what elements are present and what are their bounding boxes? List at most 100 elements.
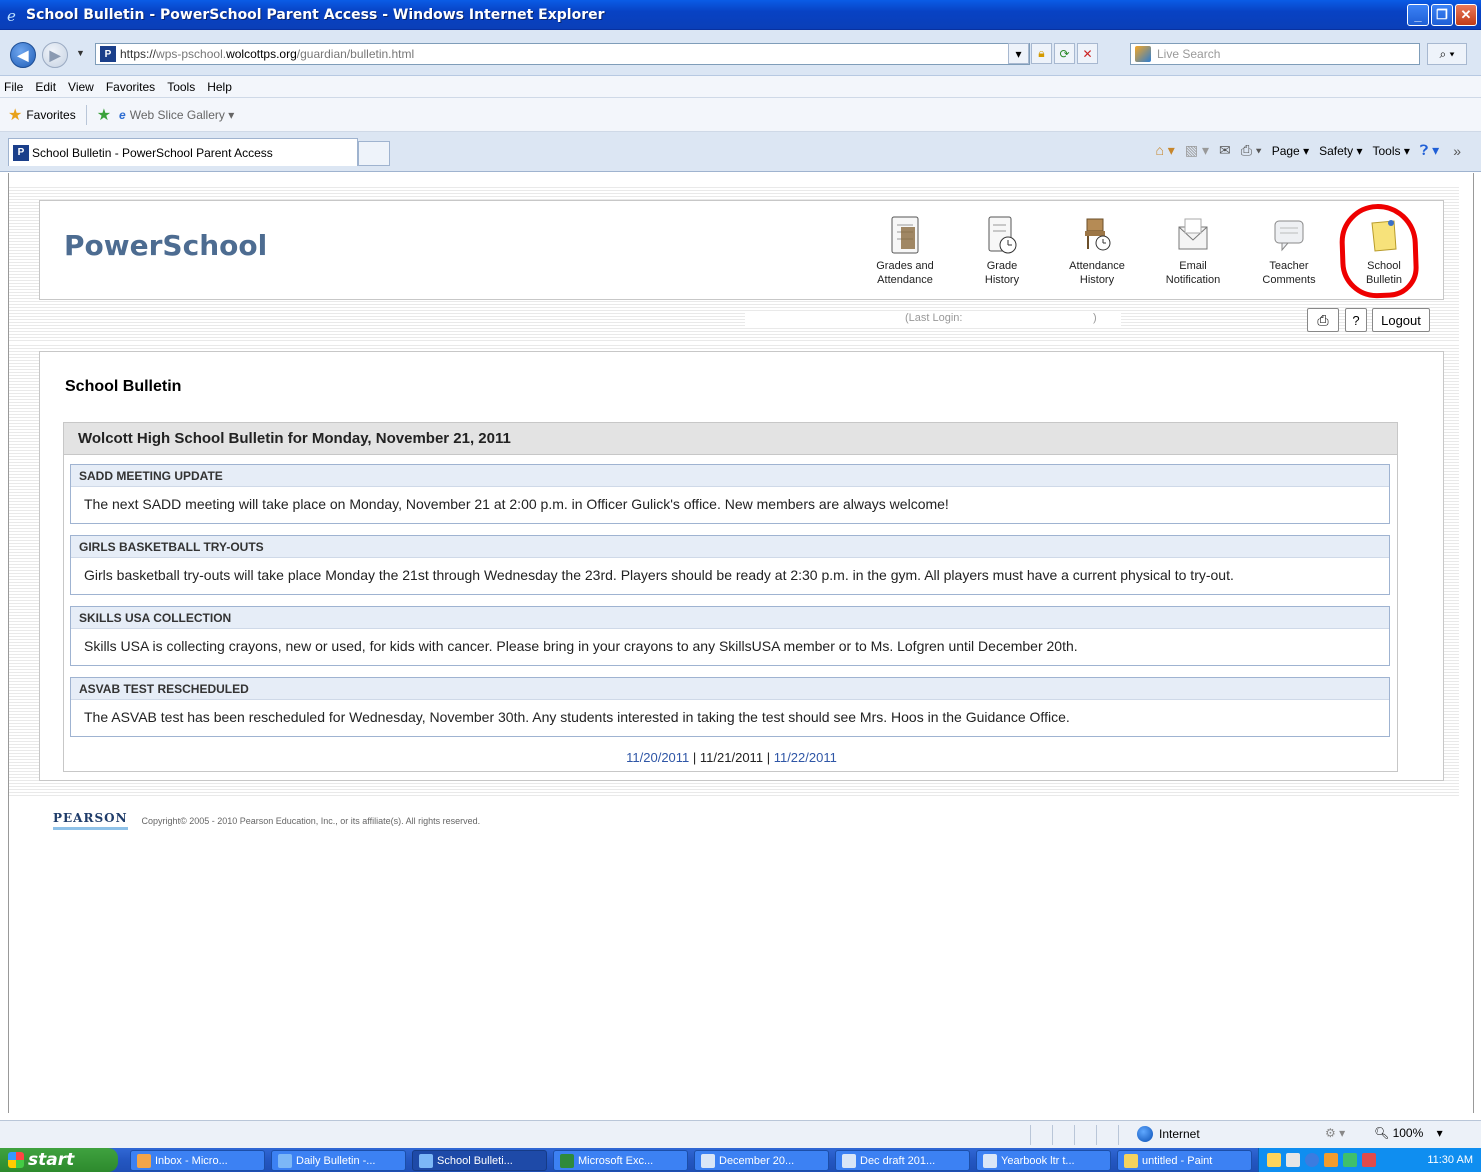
comments-icon: [1271, 215, 1307, 255]
read-mail-icon[interactable]: ✉: [1219, 142, 1231, 159]
web-slice-gallery-link[interactable]: Web Slice Gallery ▾: [130, 108, 235, 122]
menu-view[interactable]: View: [68, 80, 94, 94]
window-title: School Bulletin - PowerSchool Parent Acc…: [26, 6, 605, 23]
recent-pages-dropdown-icon[interactable]: ▼: [76, 48, 85, 58]
grade-history-icon: [984, 215, 1020, 255]
svg-text:e: e: [7, 7, 16, 23]
command-bar: ⌂ ▾ ▧ ▾ ✉ ⎙ ▾ Page ▾ Safety ▾ Tools ▾ ❓︎…: [1155, 142, 1461, 159]
grades-icon: [887, 215, 923, 255]
safety-menu[interactable]: Safety ▾: [1319, 144, 1362, 158]
previous-date-link[interactable]: 11/20/2011: [626, 750, 689, 765]
status-divider: [1052, 1125, 1053, 1145]
network-tray-icon[interactable]: [1286, 1153, 1300, 1167]
menu-edit[interactable]: Edit: [35, 80, 56, 94]
help-tray-icon[interactable]: [1267, 1153, 1281, 1167]
task-school-bulletin[interactable]: School Bulleti...: [412, 1150, 547, 1171]
stop-icon[interactable]: ✕: [1077, 43, 1098, 64]
task-excel[interactable]: Microsoft Exc...: [553, 1150, 688, 1171]
task-label: Inbox - Micro...: [155, 1154, 228, 1167]
back-tray-icon[interactable]: [1305, 1153, 1319, 1167]
minimize-button[interactable]: _: [1407, 4, 1429, 26]
task-paint[interactable]: untitled - Paint: [1117, 1150, 1252, 1171]
task-daily-bulletin[interactable]: Daily Bulletin -...: [271, 1150, 406, 1171]
task-yearbook[interactable]: Yearbook ltr t...: [976, 1150, 1111, 1171]
printer-icon: ⎙: [1317, 311, 1329, 328]
nav-label: Teacher Comments: [1262, 260, 1316, 286]
home-icon[interactable]: ⌂ ▾: [1155, 142, 1174, 159]
last-login-label: (Last Login:: [905, 312, 963, 324]
help-button[interactable]: ?: [1345, 308, 1367, 332]
add-favorite-icon[interactable]: ★: [97, 105, 111, 125]
date-separator: |: [766, 750, 771, 765]
task-dec-draft[interactable]: Dec draft 201...: [835, 1150, 970, 1171]
bulletin-item: GIRLS BASKETBALL TRY-OUTS Girls basketba…: [70, 535, 1390, 595]
page-menu[interactable]: Page ▾: [1272, 144, 1309, 158]
favorites-bar: ★ Favorites ★ e Web Slice Gallery ▾: [0, 98, 1481, 132]
address-bar-row: ◀ ▶ ▼ P https://wps-pschool.wolcottps.or…: [0, 30, 1481, 76]
nav-grade-history[interactable]: Grade History: [957, 215, 1047, 287]
nav-teacher-comments[interactable]: Teacher Comments: [1244, 215, 1334, 287]
task-label: Daily Bulletin -...: [296, 1154, 376, 1167]
zoom-dropdown-icon[interactable]: ▾: [1437, 1126, 1443, 1140]
menu-tools[interactable]: Tools: [167, 80, 195, 94]
back-button[interactable]: ◀: [10, 42, 36, 68]
windows-flag-icon: [8, 1152, 24, 1168]
bulletin-heading: Wolcott High School Bulletin for Monday,…: [64, 423, 1397, 455]
menu-help[interactable]: Help: [207, 80, 232, 94]
ie-logo-icon: e: [4, 6, 22, 24]
device-tray-icon[interactable]: [1362, 1153, 1376, 1167]
date-separator: |: [692, 750, 697, 765]
print-page-button[interactable]: ⎙: [1307, 308, 1339, 332]
feeds-icon[interactable]: ▧ ▾: [1185, 142, 1209, 159]
tools-menu[interactable]: Tools ▾: [1372, 144, 1409, 158]
menu-favorites[interactable]: Favorites: [106, 80, 155, 94]
protected-mode-icon[interactable]: ⚙ ▾: [1325, 1126, 1345, 1140]
app-tray-icon[interactable]: [1343, 1153, 1357, 1167]
print-icon[interactable]: ⎙ ▾: [1241, 142, 1262, 159]
task-outlook[interactable]: Inbox - Micro...: [130, 1150, 265, 1171]
tab-school-bulletin[interactable]: P School Bulletin - PowerSchool Parent A…: [8, 138, 358, 166]
zoom-control[interactable]: 🔍︎ 100% ▾: [1374, 1126, 1443, 1140]
favorites-button[interactable]: Favorites: [26, 108, 75, 122]
logout-button[interactable]: Logout: [1372, 308, 1430, 332]
refresh-icon[interactable]: ⟳: [1054, 43, 1075, 64]
content-panel: School Bulletin Wolcott High School Bull…: [39, 351, 1444, 781]
current-date: 11/21/2011: [699, 750, 764, 765]
bulletin-item: SKILLS USA COLLECTION Skills USA is coll…: [70, 606, 1390, 666]
powerschool-logo[interactable]: PowerSchool: [64, 229, 267, 262]
address-dropdown-icon[interactable]: ▾: [1008, 43, 1029, 64]
nav-email-notification[interactable]: Email Notification: [1148, 215, 1238, 287]
clock[interactable]: 11:30 AM: [1427, 1154, 1473, 1166]
email-icon: [1175, 215, 1211, 255]
security-zone[interactable]: Internet: [1137, 1126, 1200, 1142]
live-search-icon: [1135, 46, 1151, 62]
restore-button[interactable]: ❐: [1431, 4, 1453, 26]
favorites-star-icon[interactable]: ★: [8, 105, 22, 125]
word-icon: [842, 1153, 856, 1168]
ie-page-icon: e: [119, 107, 126, 122]
address-input[interactable]: P https://wps-pschool.wolcottps.org/guar…: [95, 43, 1030, 65]
messenger-tray-icon[interactable]: [1324, 1153, 1338, 1167]
menu-bar: File Edit View Favorites Tools Help: [0, 76, 1481, 98]
nav-attendance-history[interactable]: Attendance History: [1052, 215, 1142, 287]
forward-button[interactable]: ▶: [42, 42, 68, 68]
window-title-bar[interactable]: e School Bulletin - PowerSchool Parent A…: [0, 0, 1481, 30]
new-tab-button[interactable]: [358, 141, 390, 166]
nav-label: Grade History: [984, 260, 1020, 286]
tab-favicon-icon: P: [13, 144, 29, 161]
task-december[interactable]: December 20...: [694, 1150, 829, 1171]
search-input[interactable]: Live Search: [1130, 43, 1420, 65]
start-button[interactable]: start: [0, 1148, 118, 1172]
attendance-history-icon: [1079, 215, 1115, 255]
last-login-info: (Last Login: ): [745, 312, 1121, 328]
task-label: December 20...: [719, 1154, 795, 1167]
search-button[interactable]: ⌕ ▾: [1427, 43, 1467, 65]
menu-file[interactable]: File: [4, 80, 23, 94]
next-date-link[interactable]: 11/22/2011: [774, 750, 837, 765]
task-label: Dec draft 201...: [860, 1154, 936, 1167]
chevron-more-icon[interactable]: »: [1453, 143, 1461, 159]
close-button[interactable]: ✕: [1455, 4, 1477, 26]
nav-grades-attendance[interactable]: Grades and Attendance: [860, 215, 950, 287]
help-icon[interactable]: ❓︎ ▾: [1420, 142, 1439, 159]
lock-icon[interactable]: 🔒︎: [1031, 43, 1052, 64]
